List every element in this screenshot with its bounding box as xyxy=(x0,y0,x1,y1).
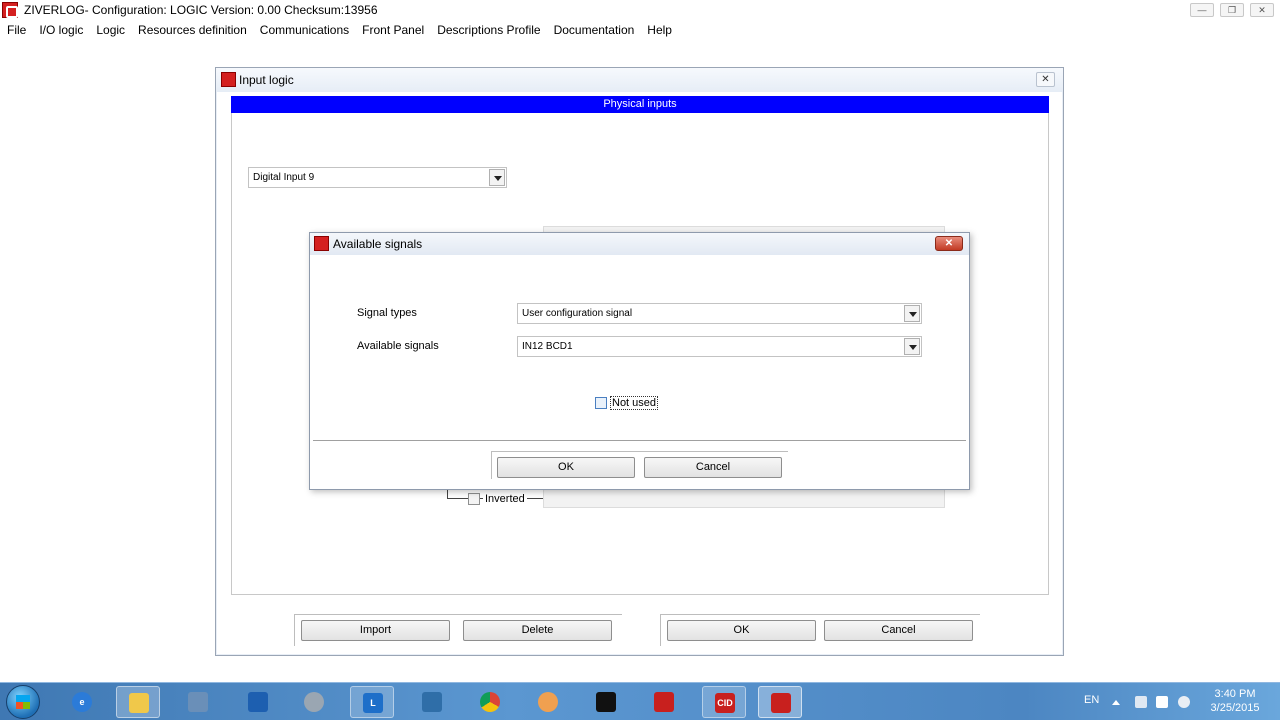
taskbar-internet-explorer[interactable]: e xyxy=(60,686,104,718)
chrome-icon xyxy=(480,692,500,712)
import-button[interactable]: Import xyxy=(301,620,450,641)
ziverlog-logo-icon xyxy=(221,72,236,87)
menu-resources-definition[interactable]: Resources definition xyxy=(131,23,253,37)
network-tray-icon[interactable] xyxy=(1135,696,1147,708)
language-indicator[interactable]: EN xyxy=(1084,694,1099,706)
window-title: ZIVERLOG- Configuration: LOGIC Version: … xyxy=(24,3,378,17)
menu-descriptions-profile[interactable]: Descriptions Profile xyxy=(430,23,546,37)
command-prompt-icon xyxy=(596,692,616,712)
main-titlebar: ZIVERLOG- Configuration: LOGIC Version: … xyxy=(0,0,1280,20)
input-logic-titlebar[interactable]: Input logic ✕ xyxy=(216,68,1063,92)
input-logic-title: Input logic xyxy=(239,73,294,87)
digital-input-select[interactable]: Digital Input 9 xyxy=(248,167,507,188)
available-signals-titlebar[interactable]: Available signals ✕ xyxy=(310,233,969,255)
delete-button[interactable]: Delete xyxy=(463,620,612,641)
taskbar-acrobat[interactable] xyxy=(642,686,686,718)
menu-front-panel[interactable]: Front Panel xyxy=(355,23,430,37)
volume-icon[interactable] xyxy=(1178,696,1190,708)
chevron-down-icon[interactable] xyxy=(904,305,920,322)
restore-button[interactable]: ❐ xyxy=(1220,3,1244,17)
calculator-icon xyxy=(188,692,208,712)
available-signals-label: Available signals xyxy=(357,340,439,352)
available-signals-dialog: Available signals ✕ Signal types User co… xyxy=(309,232,970,490)
taskbar-cid[interactable]: CID xyxy=(702,686,746,718)
signal-types-label: Signal types xyxy=(357,307,417,319)
start-button[interactable] xyxy=(6,685,40,719)
taskbar-file-explorer[interactable] xyxy=(116,686,160,718)
taskbar-media[interactable] xyxy=(526,686,570,718)
minimize-button[interactable]: — xyxy=(1190,3,1214,17)
dialog-divider xyxy=(313,440,966,441)
chevron-down-icon[interactable] xyxy=(904,338,920,355)
show-hidden-icons-icon[interactable] xyxy=(1112,700,1120,705)
taskbar-outlook[interactable] xyxy=(236,686,280,718)
acrobat-icon xyxy=(654,692,674,712)
lync-icon: L xyxy=(363,693,383,713)
available-signals-title: Available signals xyxy=(333,237,423,251)
chevron-down-icon[interactable] xyxy=(489,169,505,186)
ok-button[interactable]: OK xyxy=(667,620,816,641)
window-controls: — ❐ ✕ xyxy=(1190,3,1274,17)
action-center-icon[interactable] xyxy=(1156,696,1168,708)
tools-icon xyxy=(304,692,324,712)
outlook-icon xyxy=(248,692,268,712)
taskbar-chrome[interactable] xyxy=(468,686,512,718)
taskbar-calculator[interactable] xyxy=(176,686,220,718)
input-logic-close-button[interactable]: ✕ xyxy=(1036,72,1055,87)
clock-date: 3/25/2015 xyxy=(1210,702,1260,714)
internet-explorer-icon: e xyxy=(72,692,92,712)
folder-icon xyxy=(129,693,149,713)
menu-bar: File I/O logic Logic Resources definitio… xyxy=(0,20,1280,40)
ziverlog-icon xyxy=(771,693,791,713)
cid-icon: CID xyxy=(715,693,735,713)
close-button[interactable]: ✕ xyxy=(1250,3,1274,17)
clock-time: 3:40 PM xyxy=(1214,688,1256,700)
inverted-checkbox[interactable] xyxy=(468,493,480,505)
taskbar-ziverlog[interactable] xyxy=(758,686,802,718)
signals-cancel-button[interactable]: Cancel xyxy=(644,457,782,478)
ziverlog-logo-icon xyxy=(2,2,18,18)
not-used-checkbox[interactable] xyxy=(595,397,607,409)
signals-ok-button[interactable]: OK xyxy=(497,457,635,478)
menu-communications[interactable]: Communications xyxy=(253,23,355,37)
import-delete-group: Import Delete xyxy=(294,614,622,646)
inverted-label: Inverted xyxy=(483,493,527,505)
inverted-signal-bar xyxy=(543,489,945,508)
not-used-label: Not used xyxy=(610,396,659,410)
taskbar-cmd[interactable] xyxy=(584,686,628,718)
available-signals-value: IN12 BCD1 xyxy=(522,341,573,352)
media-icon xyxy=(538,692,558,712)
cancel-button[interactable]: Cancel xyxy=(824,620,973,641)
taskbar-lync[interactable]: L xyxy=(350,686,394,718)
digital-input-value: Digital Input 9 xyxy=(253,172,315,183)
signal-types-select[interactable]: User configuration signal xyxy=(517,303,922,324)
menu-io-logic[interactable]: I/O logic xyxy=(32,23,89,37)
physical-inputs-header: Physical inputs xyxy=(231,96,1049,113)
available-signals-select[interactable]: IN12 BCD1 xyxy=(517,336,922,357)
taskbar: e L CID EN 3:40 PM 3/25/2015 xyxy=(0,682,1280,720)
signal-types-value: User configuration signal xyxy=(522,308,633,319)
available-signals-close-button[interactable]: ✕ xyxy=(935,236,963,251)
network-icon xyxy=(422,692,442,712)
signals-button-group: OK Cancel xyxy=(491,451,788,479)
menu-documentation[interactable]: Documentation xyxy=(547,23,641,37)
menu-logic[interactable]: Logic xyxy=(89,23,131,37)
taskbar-tools[interactable] xyxy=(292,686,336,718)
menu-file[interactable]: File xyxy=(0,23,32,37)
ok-cancel-group: OK Cancel xyxy=(660,614,980,646)
taskbar-network[interactable] xyxy=(410,686,454,718)
clock[interactable]: 3:40 PM 3/25/2015 xyxy=(1206,683,1264,720)
ziverlog-logo-icon xyxy=(314,236,329,251)
menu-help[interactable]: Help xyxy=(640,23,678,37)
